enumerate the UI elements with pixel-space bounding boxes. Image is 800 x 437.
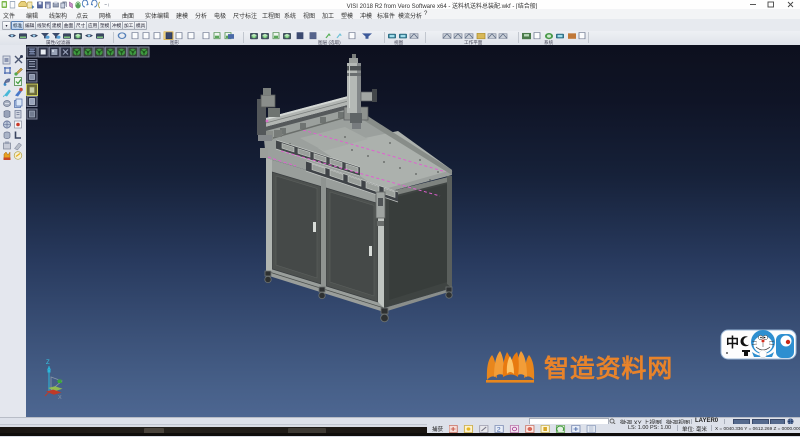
svg-text:中: 中: [726, 335, 739, 350]
svg-text:2: 2: [497, 426, 501, 432]
svg-text:X: X: [58, 395, 62, 401]
svg-text:智造资料网: 智造资料网: [544, 354, 673, 383]
svg-text:Z: Z: [46, 360, 50, 366]
